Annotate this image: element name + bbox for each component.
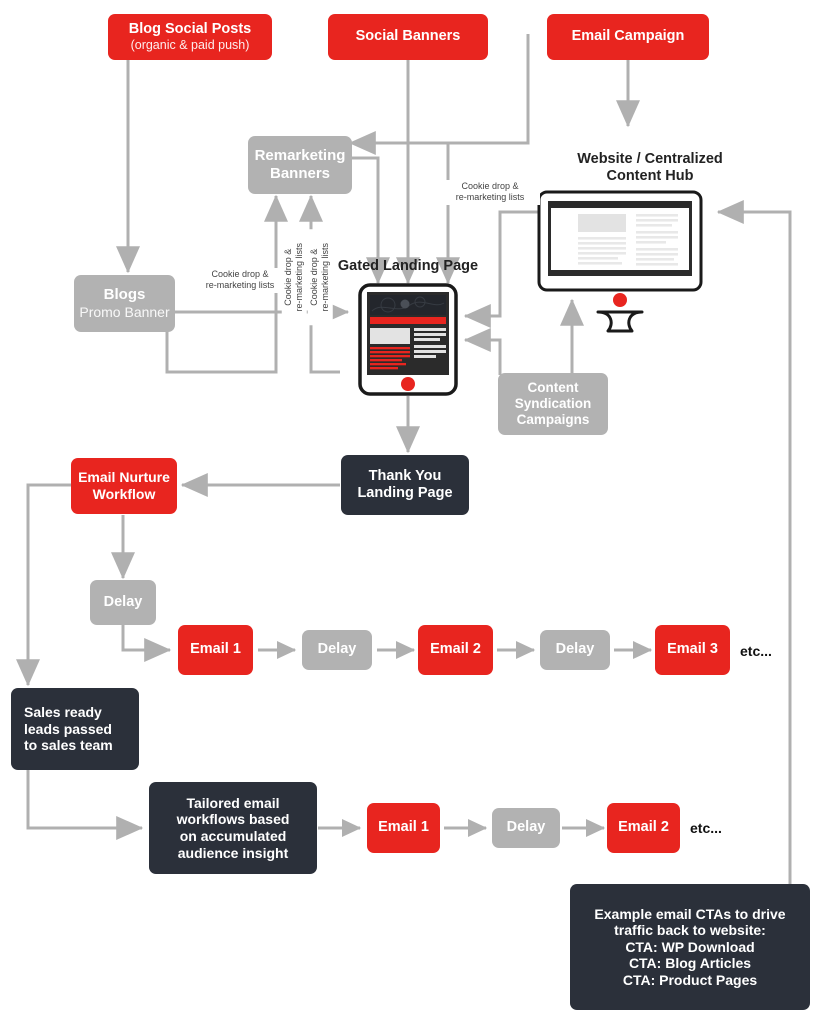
node-label: Content bbox=[527, 380, 579, 396]
edge-label-line2: re-marketing lists bbox=[294, 243, 304, 312]
node-email-nurture-workflow[interactable]: Email Nurture Workflow bbox=[71, 458, 177, 514]
node-content-syndication[interactable]: Content Syndication Campaigns bbox=[498, 373, 608, 435]
node-sublabel: Promo Banner bbox=[79, 304, 170, 321]
node-label: Email 2 bbox=[618, 819, 669, 836]
edge-socialbanners-to-remarketing bbox=[348, 60, 410, 155]
node-row1-email-3[interactable]: Email 3 bbox=[655, 625, 730, 675]
node-label-3: to sales team bbox=[24, 737, 113, 754]
node-label: Email 3 bbox=[667, 641, 718, 658]
node-label: Blogs bbox=[103, 286, 146, 304]
hub-title-line1: Website / Centralized bbox=[577, 151, 723, 167]
node-row2-email-2[interactable]: Email 2 bbox=[607, 803, 680, 853]
node-label: Email 1 bbox=[190, 641, 241, 658]
node-label: Tailored email bbox=[186, 794, 280, 811]
node-label: Email Campaign bbox=[571, 28, 685, 45]
hub-title-line2: Content Hub bbox=[606, 168, 694, 185]
edge-label-line2: re-marketing lists bbox=[320, 243, 330, 312]
node-row1-email-2[interactable]: Email 2 bbox=[418, 625, 493, 675]
node-row1-delay-2[interactable]: Delay bbox=[540, 630, 610, 670]
node-thank-you-landing-page[interactable]: Thank You Landing Page bbox=[341, 455, 469, 515]
node-remarketing-banners[interactable]: Remarketing Banners bbox=[248, 136, 352, 194]
label-website-content-hub: Website / Centralized Content Hub bbox=[530, 151, 770, 186]
node-email-campaign[interactable]: Email Campaign bbox=[547, 14, 709, 60]
node-social-banners[interactable]: Social Banners bbox=[328, 14, 488, 60]
landing-title: Gated Landing Page bbox=[337, 258, 479, 274]
node-example-email-ctas[interactable]: Example email CTAs to drive traffic back… bbox=[570, 884, 810, 1010]
edge-nurture-to-salesready bbox=[16, 483, 72, 687]
edge-label-cookie-rotated-2: Cookie drop & re-marketing lists bbox=[307, 229, 333, 326]
node-label: Delay bbox=[555, 641, 595, 658]
node-label-2: Syndication bbox=[514, 396, 592, 412]
node-row1-email-1[interactable]: Email 1 bbox=[178, 625, 253, 675]
label-row2-etc: etc... bbox=[690, 820, 722, 836]
cta-line-3: CTA: WP Download bbox=[625, 938, 755, 955]
edge-label-line2: re-marketing lists bbox=[205, 280, 275, 291]
monitor-illustration bbox=[537, 190, 703, 333]
edge-delay-to-email1 bbox=[121, 625, 172, 662]
node-row1-delay-1[interactable]: Delay bbox=[302, 630, 372, 670]
node-label: Thank You bbox=[368, 467, 442, 484]
edge-label-cookie-hub: Cookie drop & re-marketing lists bbox=[440, 180, 540, 205]
node-label: Remarketing bbox=[254, 147, 346, 165]
node-label-2: Landing Page bbox=[357, 485, 453, 501]
tablet-illustration bbox=[358, 283, 458, 396]
node-delay-initial[interactable]: Delay bbox=[90, 580, 156, 625]
node-label: Delay bbox=[317, 641, 357, 658]
node-label-2: leads passed bbox=[24, 720, 112, 737]
edge-label-line2: re-marketing lists bbox=[455, 192, 525, 203]
node-label: Social Banners bbox=[355, 28, 461, 45]
label-gated-landing-page: Gated Landing Page bbox=[308, 258, 508, 275]
node-label: Sales ready bbox=[24, 704, 102, 721]
node-blog-social-posts[interactable]: Blog Social Posts (organic & paid push) bbox=[108, 14, 272, 60]
node-sales-ready-leads[interactable]: Sales ready leads passed to sales team bbox=[11, 688, 139, 770]
node-tailored-email-workflows[interactable]: Tailored email workflows based on accumu… bbox=[149, 782, 317, 874]
node-label-3: Campaigns bbox=[516, 411, 590, 427]
edge-label-cookie-rotated-1: Cookie drop & re-marketing lists bbox=[281, 229, 307, 326]
edge-label-line1: Cookie drop & bbox=[308, 248, 319, 306]
diagram-canvas: Blog Social Posts (organic & paid push) … bbox=[0, 0, 833, 1024]
node-label: Email 1 bbox=[378, 819, 429, 836]
node-label: Delay bbox=[103, 593, 143, 610]
node-label: Email Nurture bbox=[78, 469, 170, 486]
cta-line-2: traffic back to website: bbox=[614, 922, 766, 939]
node-label-2: workflows based bbox=[176, 811, 290, 828]
cta-line-4: CTA: Blog Articles bbox=[628, 955, 752, 972]
edge-label-line1: Cookie drop & bbox=[282, 248, 293, 306]
cta-line-5: CTA: Product Pages bbox=[622, 971, 758, 988]
edge-label-line1: Cookie drop & bbox=[461, 181, 519, 191]
edge-label-line1: Cookie drop & bbox=[211, 269, 269, 279]
node-sublabel: (organic & paid push) bbox=[130, 38, 250, 53]
node-label: Delay bbox=[506, 819, 546, 836]
label-row1-etc: etc... bbox=[740, 643, 772, 659]
node-label: Blog Social Posts bbox=[128, 21, 252, 38]
edge-salesready-to-tailored bbox=[26, 770, 144, 840]
node-row2-email-1[interactable]: Email 1 bbox=[367, 803, 440, 853]
node-label-2: Banners bbox=[269, 165, 331, 182]
edge-cta-to-hub bbox=[716, 200, 792, 884]
node-label-2: Workflow bbox=[92, 486, 156, 502]
edge-syndication-to-landing bbox=[463, 328, 502, 375]
cta-line-1: Example email CTAs to drive bbox=[594, 905, 786, 922]
node-row2-delay-1[interactable]: Delay bbox=[492, 808, 560, 848]
node-blogs[interactable]: Blogs Promo Banner bbox=[74, 275, 175, 332]
node-label-4: audience insight bbox=[177, 844, 289, 861]
node-label: Email 2 bbox=[430, 641, 481, 658]
edge-label-cookie-blogs: Cookie drop & re-marketing lists bbox=[192, 268, 288, 293]
node-label-3: on accumulated bbox=[179, 828, 287, 844]
